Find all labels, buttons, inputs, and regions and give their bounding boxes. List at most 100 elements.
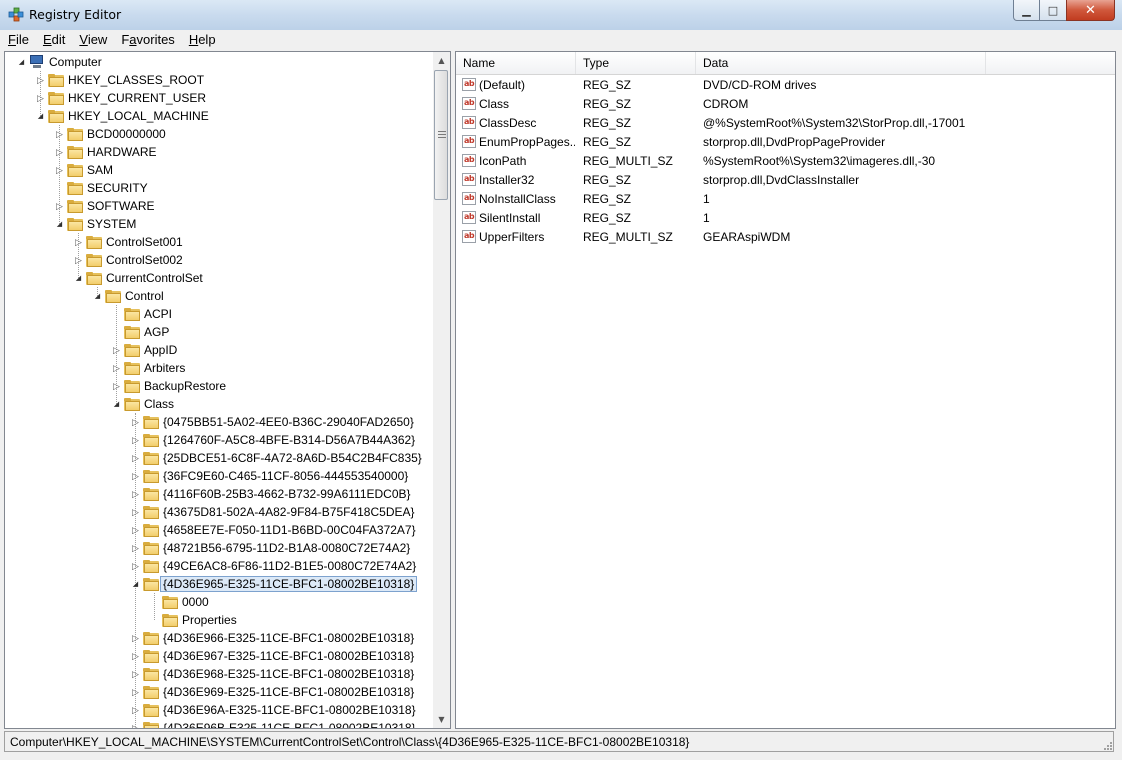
value-row[interactable]: ab SilentInstall REG_SZ 1 bbox=[456, 209, 1115, 228]
column-header-name[interactable]: Name bbox=[456, 52, 576, 74]
menu-edit[interactable]: Edit bbox=[43, 30, 65, 49]
minimize-button[interactable]: ▁ bbox=[1013, 0, 1040, 21]
value-row[interactable]: ab Installer32 REG_SZ storprop.dll,DvdClass… bbox=[456, 171, 1115, 190]
scroll-down-button[interactable]: ▼ bbox=[433, 711, 450, 728]
expand-arrow-icon[interactable]: ▷ bbox=[131, 521, 140, 539]
tree-node[interactable]: ▷ {4D36E969-E325-11CE-BFC1-08002BE10318} bbox=[131, 683, 414, 701]
scrollbar-thumb[interactable] bbox=[434, 70, 448, 200]
column-header-type[interactable]: Type bbox=[576, 52, 696, 74]
expand-arrow-icon[interactable]: ▷ bbox=[131, 683, 140, 701]
collapse-arrow-icon[interactable]: ◢ bbox=[17, 53, 26, 71]
tree-node[interactable]: ▷ {1264760F-A5C8-4BFE-B314-D56A7B44A362} bbox=[131, 431, 415, 449]
collapse-arrow-icon[interactable]: ◢ bbox=[112, 395, 121, 413]
expand-arrow-icon[interactable]: ▷ bbox=[112, 359, 121, 377]
value-row[interactable]: ab EnumPropPages... REG_SZ storprop.dll,Dvd… bbox=[456, 133, 1115, 152]
value-row[interactable]: ab IconPath REG_MULTI_SZ %SystemRoot%\Syste… bbox=[456, 152, 1115, 171]
tree-node[interactable]: ACPI bbox=[112, 305, 172, 323]
tree-node[interactable]: ▷ {4D36E967-E325-11CE-BFC1-08002BE10318} bbox=[131, 647, 414, 665]
tree-vertical-scrollbar[interactable]: ▲ ▼ bbox=[433, 51, 451, 729]
expand-arrow-icon[interactable]: ▷ bbox=[55, 161, 64, 179]
expand-arrow-icon[interactable]: ▷ bbox=[131, 539, 140, 557]
value-row[interactable]: ab (Default) REG_SZ DVD/CD-ROM drives bbox=[456, 76, 1115, 95]
expand-arrow-icon[interactable]: ▷ bbox=[131, 647, 140, 665]
tree-node[interactable]: ▷ {43675D81-502A-4A82-9F84-B75F418C5DEA} bbox=[131, 503, 414, 521]
tree-node[interactable]: ◢ {4D36E965-E325-11CE-BFC1-08002BE10318} bbox=[131, 575, 418, 593]
tree-node[interactable]: ▷ SAM bbox=[55, 161, 113, 179]
string-value-icon: ab bbox=[462, 211, 476, 224]
expand-arrow-icon[interactable]: ▷ bbox=[131, 413, 140, 431]
column-header-data[interactable]: Data bbox=[696, 52, 986, 74]
expand-arrow-icon[interactable]: ▷ bbox=[131, 719, 140, 729]
tree-node[interactable]: ▷ HARDWARE bbox=[55, 143, 157, 161]
expand-arrow-icon[interactable]: ▷ bbox=[55, 197, 64, 215]
expand-arrow-icon[interactable]: ▷ bbox=[131, 629, 140, 647]
expand-arrow-icon[interactable]: ▷ bbox=[74, 233, 83, 251]
tree-node[interactable]: AGP bbox=[112, 323, 169, 341]
tree-node[interactable]: ▷ {25DBCE51-6C8F-4A72-8A6D-B54C2B4FC835} bbox=[131, 449, 422, 467]
tree-node[interactable]: ▷ Arbiters bbox=[112, 359, 185, 377]
tree-node[interactable]: ▷ {4D36E96B-E325-11CE-BFC1-08002BE10318} bbox=[131, 719, 416, 729]
menu-view[interactable]: View bbox=[79, 30, 107, 49]
tree-node[interactable]: ▷ {4D36E96A-E325-11CE-BFC1-08002BE10318} bbox=[131, 701, 416, 719]
collapse-arrow-icon[interactable]: ◢ bbox=[93, 287, 102, 305]
tree-node[interactable]: ▷ BCD00000000 bbox=[55, 125, 166, 143]
collapse-arrow-icon[interactable]: ◢ bbox=[55, 215, 64, 233]
tree-node[interactable]: ▷ ControlSet001 bbox=[74, 233, 183, 251]
title-bar[interactable]: Registry Editor ▁ □ ✕ bbox=[0, 0, 1122, 30]
tree-node[interactable]: ▷ {0475BB51-5A02-4EE0-B36C-29040FAD2650} bbox=[131, 413, 414, 431]
expand-arrow-icon[interactable]: ▷ bbox=[131, 557, 140, 575]
tree-node[interactable]: ▷ ControlSet002 bbox=[74, 251, 183, 269]
registry-key-tree[interactable]: ◢ Computer ▷ HKEY_CLASSES_ROOT ▷ HKEY_CURRENT… bbox=[4, 51, 435, 729]
close-button[interactable]: ✕ bbox=[1066, 0, 1115, 21]
menu-help[interactable]: Help bbox=[189, 30, 216, 49]
expand-arrow-icon[interactable]: ▷ bbox=[55, 143, 64, 161]
tree-node[interactable]: ▷ {4658EE7E-F050-11D1-B6BD-00C04FA372A7} bbox=[131, 521, 416, 539]
scroll-up-button[interactable]: ▲ bbox=[433, 52, 450, 69]
expand-arrow-icon[interactable]: ▷ bbox=[131, 431, 140, 449]
collapse-arrow-icon[interactable]: ◢ bbox=[131, 575, 140, 593]
tree-node[interactable]: ▷ BackupRestore bbox=[112, 377, 226, 395]
tree-node[interactable]: ▷ {48721B56-6795-11D2-B1A8-0080C72E74A2} bbox=[131, 539, 410, 557]
tree-node[interactable]: ▷ HKEY_CLASSES_ROOT bbox=[36, 71, 204, 89]
tree-node[interactable]: ▷ {4D36E968-E325-11CE-BFC1-08002BE10318} bbox=[131, 665, 414, 683]
tree-node[interactable]: ▷ {36FC9E60-C465-11CF-8056-444553540000} bbox=[131, 467, 408, 485]
tree-node[interactable]: 0000 bbox=[150, 593, 209, 611]
tree-node[interactable]: ◢ Class bbox=[112, 395, 174, 413]
tree-node[interactable]: ▷ {49CE6AC8-6F86-11D2-B1E5-0080C72E74A2} bbox=[131, 557, 416, 575]
tree-node[interactable]: ▷ HKEY_CURRENT_USER bbox=[36, 89, 206, 107]
expand-arrow-icon[interactable]: ▷ bbox=[131, 467, 140, 485]
tree-node[interactable]: ◢ Computer bbox=[17, 53, 102, 71]
tree-node[interactable]: ▷ SOFTWARE bbox=[55, 197, 155, 215]
tree-node[interactable]: Properties bbox=[150, 611, 237, 629]
tree-node[interactable]: ◢ CurrentControlSet bbox=[74, 269, 203, 287]
value-row[interactable]: ab NoInstallClass REG_SZ 1 bbox=[456, 190, 1115, 209]
tree-node[interactable]: ◢ Control bbox=[93, 287, 164, 305]
expand-arrow-icon[interactable]: ▷ bbox=[131, 665, 140, 683]
collapse-arrow-icon[interactable]: ◢ bbox=[36, 107, 45, 125]
value-row[interactable]: ab UpperFilters REG_MULTI_SZ GEARAspiWDM bbox=[456, 228, 1115, 247]
tree-node[interactable]: ◢ HKEY_LOCAL_MACHINE bbox=[36, 107, 209, 125]
menu-favorites[interactable]: Favorites bbox=[121, 30, 174, 49]
value-row[interactable]: ab Class REG_SZ CDROM bbox=[456, 95, 1115, 114]
expand-arrow-icon[interactable]: ▷ bbox=[112, 341, 121, 359]
tree-node[interactable]: ▷ AppID bbox=[112, 341, 177, 359]
tree-node[interactable]: SECURITY bbox=[55, 179, 148, 197]
tree-node[interactable]: ▷ {4116F60B-25B3-4662-B732-99A6111EDC0B} bbox=[131, 485, 410, 503]
expand-arrow-icon[interactable]: ▷ bbox=[131, 485, 140, 503]
maximize-button[interactable]: □ bbox=[1039, 0, 1067, 21]
expand-arrow-icon[interactable]: ▷ bbox=[36, 71, 45, 89]
tree-node[interactable]: ◢ SYSTEM bbox=[55, 215, 137, 233]
collapse-arrow-icon[interactable]: ◢ bbox=[74, 269, 83, 287]
menu-file[interactable]: File bbox=[8, 30, 29, 49]
values-list[interactable]: Name Type Data ab (Default) REG_SZ DVD/CD-R… bbox=[455, 51, 1116, 729]
expand-arrow-icon[interactable]: ▷ bbox=[131, 449, 140, 467]
tree-node[interactable]: ▷ {4D36E966-E325-11CE-BFC1-08002BE10318} bbox=[131, 629, 414, 647]
expand-arrow-icon[interactable]: ▷ bbox=[112, 377, 121, 395]
expand-arrow-icon[interactable]: ▷ bbox=[131, 701, 140, 719]
expand-arrow-icon[interactable]: ▷ bbox=[36, 89, 45, 107]
value-row[interactable]: ab ClassDesc REG_SZ @%SystemRoot%\System32\… bbox=[456, 114, 1115, 133]
expand-arrow-icon[interactable]: ▷ bbox=[74, 251, 83, 269]
expand-arrow-icon[interactable]: ▷ bbox=[131, 503, 140, 521]
resize-grip-icon[interactable] bbox=[1102, 740, 1112, 750]
expand-arrow-icon[interactable]: ▷ bbox=[55, 125, 64, 143]
